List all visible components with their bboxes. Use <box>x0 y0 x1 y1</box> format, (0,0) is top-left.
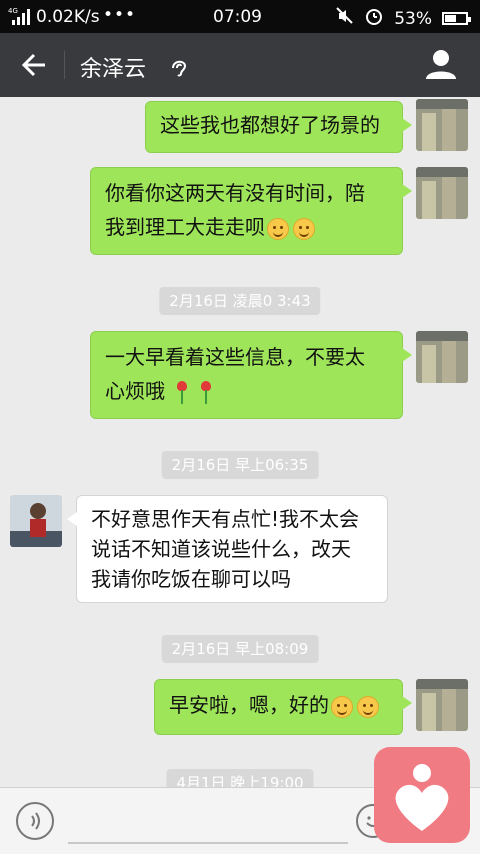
battery-percent: 53% <box>394 8 432 29</box>
message-input[interactable] <box>68 800 348 844</box>
smile-emoji-icon <box>331 695 353 718</box>
earpiece-mode-icon <box>172 60 187 77</box>
timestamp: 2月16日 凌晨0 3:43 <box>159 287 321 315</box>
message-text: 我到理工大走走呗 <box>105 215 265 239</box>
my-avatar[interactable] <box>416 679 468 731</box>
header-divider <box>64 51 65 79</box>
rose-emoji-icon <box>199 380 213 405</box>
status-time: 07:09 <box>213 7 262 27</box>
battery-icon <box>442 12 471 25</box>
message-text: 心烦哦 <box>105 379 165 403</box>
smile-emoji-icon <box>267 217 289 240</box>
back-arrow-icon[interactable] <box>20 51 48 79</box>
my-message-bubble[interactable]: 一大早看着这些信息，不要太 心烦哦 <box>90 331 412 419</box>
smile-emoji-icon <box>293 217 315 240</box>
mute-icon <box>336 7 354 30</box>
message-text: 你看你这两天有没有时间，陪 <box>105 181 365 205</box>
my-message-bubble[interactable]: 早安啦，嗯，好的 <box>154 679 412 735</box>
voice-input-button[interactable] <box>16 802 54 840</box>
my-message-bubble[interactable]: 你看你这两天有没有时间，陪 我到理工大走走呗 <box>90 167 412 255</box>
chat-area[interactable]: 这些我也都想好了场景的 你看你这两天有没有时间，陪 我到理工大走走呗 2月16日… <box>0 97 480 787</box>
contact-message-bubble[interactable]: 不好意思作天有点忙!我不太会 说话不知道该说些什么，改天 我请你吃饭在聊可以吗 <box>67 495 388 603</box>
network-speed: 0.02K/s <box>36 7 100 27</box>
smile-emoji-icon <box>357 695 379 718</box>
more-notifications-icon: ••• <box>103 5 137 25</box>
chat-header: 余泽云 <box>0 33 480 97</box>
message-text: 早安啦，嗯，好的 <box>169 693 329 717</box>
signal-icon: 4G <box>8 6 32 31</box>
status-bar: 4G 0.02K/s ••• 07:09 53% <box>0 0 480 33</box>
message-text: 这些我也都想好了场景的 <box>160 113 380 137</box>
timestamp: 4月1日 晚上19:00 <box>166 769 314 787</box>
rose-emoji-icon <box>175 380 189 405</box>
svg-text:4G: 4G <box>8 7 18 15</box>
message-text: 一大早看着这些信息，不要太 <box>105 345 365 369</box>
contact-avatar[interactable] <box>10 495 62 547</box>
message-text: 我请你吃饭在聊可以吗 <box>91 567 291 591</box>
heart-person-icon <box>395 764 449 831</box>
my-avatar[interactable] <box>416 331 468 383</box>
voice-icon <box>31 812 40 830</box>
timestamp: 2月16日 早上08:09 <box>161 635 319 663</box>
contact-name: 余泽云 <box>80 57 147 82</box>
message-text: 说话不知道该说些什么，改天 <box>91 537 351 561</box>
timestamp: 2月16日 早上06:35 <box>161 451 319 479</box>
profile-icon[interactable] <box>424 47 458 81</box>
my-avatar[interactable] <box>416 99 468 151</box>
message-text: 不好意思作天有点忙!我不太会 <box>91 507 360 531</box>
my-message-bubble[interactable]: 这些我也都想好了场景的 <box>145 101 412 153</box>
alarm-icon <box>364 6 384 31</box>
floating-app-button[interactable] <box>374 747 470 843</box>
my-avatar[interactable] <box>416 167 468 219</box>
